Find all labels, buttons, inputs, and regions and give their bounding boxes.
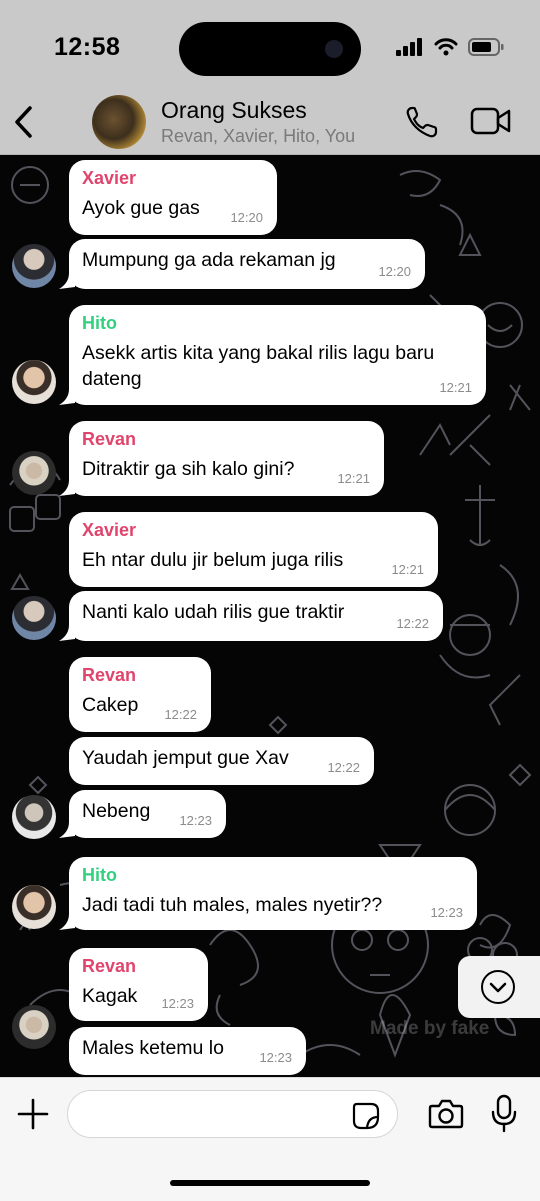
signal-icon [396, 38, 422, 56]
message-text: Asekk artis kita yang bakal rilis lagu b… [82, 342, 435, 390]
phone-icon[interactable] [404, 104, 440, 140]
status-icons [396, 38, 504, 56]
sender-avatar[interactable] [12, 795, 56, 839]
status-time: 12:58 [54, 33, 121, 61]
message-text: Mumpung ga ada rekaman jg [82, 249, 336, 271]
message-time: 12:23 [161, 996, 194, 1011]
dynamic-island [179, 22, 361, 76]
message-time: 12:23 [259, 1050, 292, 1065]
message-text: Nanti kalo udah rilis gue traktir [82, 601, 345, 623]
message-sender: Xavier [82, 168, 137, 188]
camera-icon[interactable] [428, 1098, 464, 1130]
sender-avatar[interactable] [12, 360, 56, 404]
message-sender: Hito [82, 865, 117, 885]
plus-icon[interactable] [17, 1098, 49, 1130]
message-text: Jadi tadi tuh males, males nyetir?? [82, 894, 383, 916]
group-avatar[interactable] [92, 95, 146, 149]
home-indicator[interactable] [170, 1180, 370, 1186]
message-bubble[interactable]: Mumpung ga ada rekaman jg 12:20 [69, 239, 425, 289]
sticker-icon[interactable] [352, 1102, 380, 1130]
message-sender: Hito [82, 313, 117, 333]
scroll-down-button[interactable] [458, 956, 540, 1018]
message-bubble[interactable]: Revan Ditraktir ga sih kalo gini? 12:21 [69, 421, 384, 496]
wifi-icon [434, 38, 458, 56]
message-time: 12:22 [327, 760, 360, 775]
message-time: 12:22 [164, 707, 197, 722]
battery-icon [468, 38, 504, 56]
message-bubble[interactable]: Yaudah jemput gue Xav 12:22 [69, 737, 374, 785]
back-chevron-icon[interactable] [12, 104, 36, 140]
message-bubble[interactable]: Hito Asekk artis kita yang bakal rilis l… [69, 305, 486, 405]
status-bar: 12:58 [0, 0, 540, 96]
sender-avatar[interactable] [12, 244, 56, 288]
microphone-icon[interactable] [490, 1094, 518, 1134]
message-bubble[interactable]: Nebeng 12:23 [69, 790, 226, 838]
message-sender: Revan [82, 665, 137, 685]
message-sender: Xavier [82, 520, 137, 540]
message-bubble[interactable]: Nanti kalo udah rilis gue traktir 12:22 [69, 591, 443, 641]
watermark: Made by fake [370, 1018, 490, 1039]
message-bubble[interactable]: Xavier Eh ntar dulu jir belum juga rilis… [69, 512, 438, 587]
sender-avatar[interactable] [12, 1005, 56, 1049]
message-bubble[interactable]: Xavier Ayok gue gas 12:20 [69, 160, 277, 235]
chat-header: Orang Sukses Revan, Xavier, Hito, You [0, 95, 540, 155]
message-time: 12:22 [396, 616, 429, 631]
message-bubble[interactable]: Revan Kagak 12:23 [69, 948, 208, 1021]
video-camera-icon[interactable] [470, 106, 512, 136]
sender-avatar[interactable] [12, 885, 56, 929]
message-time: 12:21 [391, 562, 424, 577]
message-time: 12:20 [378, 264, 411, 279]
chat-area[interactable]: Xavier Ayok gue gas 12:20 Mumpung ga ada… [0, 155, 540, 1077]
message-text: Eh ntar dulu jir belum juga rilis [82, 549, 344, 571]
message-bubble[interactable]: Hito Jadi tadi tuh males, males nyetir??… [69, 857, 477, 930]
message-bubble[interactable]: Revan Cakep 12:22 [69, 657, 211, 732]
sender-avatar[interactable] [12, 596, 56, 640]
message-time: 12:23 [430, 905, 463, 920]
message-text: Yaudah jemput gue Xav [82, 747, 289, 769]
message-sender: Revan [82, 956, 137, 976]
message-time: 12:21 [337, 471, 370, 486]
message-time: 12:23 [179, 813, 212, 828]
group-members[interactable]: Revan, Xavier, Hito, You [161, 126, 355, 147]
group-name[interactable]: Orang Sukses [161, 97, 307, 124]
message-sender: Revan [82, 429, 137, 449]
message-input[interactable] [67, 1090, 398, 1138]
scroll-down-icon [481, 970, 515, 1004]
message-bubble[interactable]: Males ketemu lo 12:23 [69, 1027, 306, 1075]
sender-avatar[interactable] [12, 451, 56, 495]
message-time: 12:21 [439, 380, 472, 395]
message-text: Ditraktir ga sih kalo gini? [82, 458, 295, 480]
message-time: 12:20 [230, 210, 263, 225]
